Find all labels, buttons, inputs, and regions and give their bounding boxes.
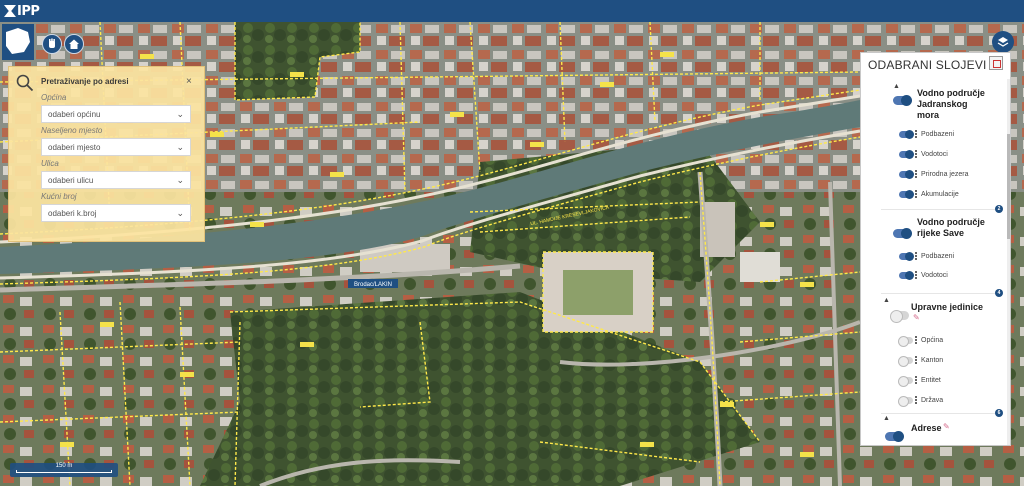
more-options-icon[interactable] [915, 150, 918, 159]
chevron-down-icon: ⌄ [176, 208, 184, 218]
more-options-icon[interactable] [915, 190, 918, 199]
layer-group-toggle-3[interactable] [890, 310, 909, 323]
pencil-icon[interactable]: ✎ [943, 422, 950, 431]
caret-up-icon[interactable]: ▲ [883, 415, 890, 422]
top-bar: IPP [0, 0, 1024, 22]
layer-group-label-1: Vodno područje Jadranskog mora [917, 88, 985, 121]
layer-group-badge: 2 [995, 205, 1003, 213]
chevron-down-icon: ⌄ [176, 175, 184, 185]
layers-icon [997, 37, 1009, 47]
house-number-select[interactable]: odaberi k.broj ⌄ [41, 204, 191, 222]
layer-group-toggle-2[interactable] [893, 228, 912, 239]
layer-group-badge: 6 [995, 409, 1003, 417]
more-options-icon[interactable] [915, 336, 918, 345]
scale-bar: 150 m [10, 463, 118, 477]
municipality-select-value: odaberi općinu [48, 110, 101, 119]
layer-group-label-1-line: Jadranskog [917, 99, 968, 109]
sublayer-toggle[interactable] [899, 271, 914, 280]
street-label: Ulica [41, 159, 59, 168]
layer-group-label-2-line: rijeke Save [917, 228, 965, 238]
settlement-select-value: odaberi mjesto [48, 143, 101, 152]
sublayer-toggle[interactable] [899, 150, 914, 159]
sublayer-toggle[interactable] [898, 356, 913, 367]
sublayer-label: Općina [921, 337, 944, 344]
sublayer-toggle[interactable] [899, 252, 914, 261]
municipality-select[interactable]: odaberi općinu ⌄ [41, 105, 191, 123]
more-options-icon[interactable] [915, 130, 918, 139]
sublayer-toggle[interactable] [898, 376, 913, 387]
home-icon [69, 39, 79, 49]
layers-toggle-button[interactable] [992, 31, 1014, 53]
sublayer-label: Entitet [921, 377, 941, 384]
layers-panel-title: ODABRANI SLOJEVI [868, 58, 987, 72]
municipality-label: Općina [41, 93, 67, 102]
pencil-icon[interactable]: ✎ [913, 313, 920, 322]
layer-group-label-3: Upravne jedinice [911, 302, 984, 312]
scale-text: 150 m [55, 463, 73, 469]
map-application: IPP Brodac/LAKIN UL. HAMDIJE KRESEVLJAKO… [0, 0, 1024, 486]
address-search-panel: Pretraživanje po adresi × Općina odaberi… [8, 66, 205, 242]
logo-text: IPP [17, 3, 40, 19]
sublayer-toggle[interactable] [898, 396, 913, 407]
layer-group-label-4: Adrese [911, 423, 942, 433]
search-icon [16, 74, 34, 92]
more-options-icon[interactable] [915, 376, 918, 385]
hand-pan-icon [49, 38, 55, 48]
sublayer-label: Vodotoci [921, 151, 948, 158]
layers-panel-header: ODABRANI SLOJEVI [861, 53, 1010, 75]
logo-mark-icon [4, 5, 16, 17]
more-options-icon[interactable] [915, 356, 918, 365]
layer-group-badge: 4 [995, 289, 1003, 297]
search-panel-title: Pretraživanje po adresi [41, 77, 129, 86]
layer-group-divider [881, 209, 1001, 210]
collapse-panel-icon[interactable] [989, 56, 1003, 70]
settlement-select[interactable]: odaberi mjesto ⌄ [41, 138, 191, 156]
close-icon[interactable]: × [186, 76, 192, 87]
sublayer-label: Podbazeni [921, 253, 955, 260]
layer-group-label-1-line: Vodno područje [917, 88, 985, 98]
layer-group-label-1-line: mora [917, 110, 940, 120]
scrollbar-thumb[interactable] [1007, 134, 1010, 239]
sublayer-label: Akumulacije [921, 191, 959, 198]
sublayer-toggle[interactable] [898, 336, 913, 347]
caret-up-icon[interactable]: ▲ [883, 297, 890, 304]
street-select[interactable]: odaberi ulicu ⌄ [41, 171, 191, 189]
logo[interactable]: IPP [4, 2, 40, 20]
map-street-label: Brodac/LAKIN [354, 282, 392, 288]
sublayer-label: Podbazeni [921, 131, 955, 138]
street-select-value: odaberi ulicu [48, 176, 94, 185]
scale-line [16, 470, 112, 473]
chevron-down-icon: ⌄ [176, 142, 184, 152]
home-view-button[interactable] [64, 34, 84, 54]
layer-group-divider [881, 413, 1001, 414]
country-outline-button[interactable] [2, 24, 34, 60]
sublayer-label: Kanton [921, 357, 944, 364]
layer-group-divider [881, 293, 1001, 294]
sublayer-toggle[interactable] [899, 130, 914, 139]
sublayer-label: Država [921, 397, 944, 404]
layer-group-label-2: Vodno područje rijeke Save [917, 217, 985, 239]
more-options-icon[interactable] [915, 252, 918, 261]
sublayer-toggle[interactable] [899, 190, 914, 199]
selected-layers-panel: ODABRANI SLOJEVI ▲ Vodno područje Jadran… [860, 52, 1011, 446]
more-options-icon[interactable] [915, 271, 918, 280]
sublayer-toggle[interactable] [899, 170, 914, 179]
more-options-icon[interactable] [915, 396, 918, 405]
sublayer-label: Prirodna jezera [921, 171, 969, 178]
settlement-label: Naseljeno mjesto [41, 126, 103, 135]
layer-group-toggle-4[interactable] [885, 431, 904, 442]
more-options-icon[interactable] [915, 170, 918, 179]
layer-group-toggle-1[interactable] [893, 95, 912, 106]
country-outline-icon [6, 28, 30, 54]
layer-group-label-2-line: Vodno područje [917, 217, 985, 227]
sublayer-label: Vodotoci [921, 272, 948, 279]
pan-tool-button[interactable] [42, 34, 62, 54]
house-number-label: Kućni broj [41, 192, 77, 201]
house-number-select-value: odaberi k.broj [48, 209, 97, 218]
layers-scrollbar[interactable] [1007, 79, 1010, 445]
chevron-down-icon: ⌄ [176, 109, 184, 119]
caret-up-icon[interactable]: ▲ [893, 83, 900, 90]
